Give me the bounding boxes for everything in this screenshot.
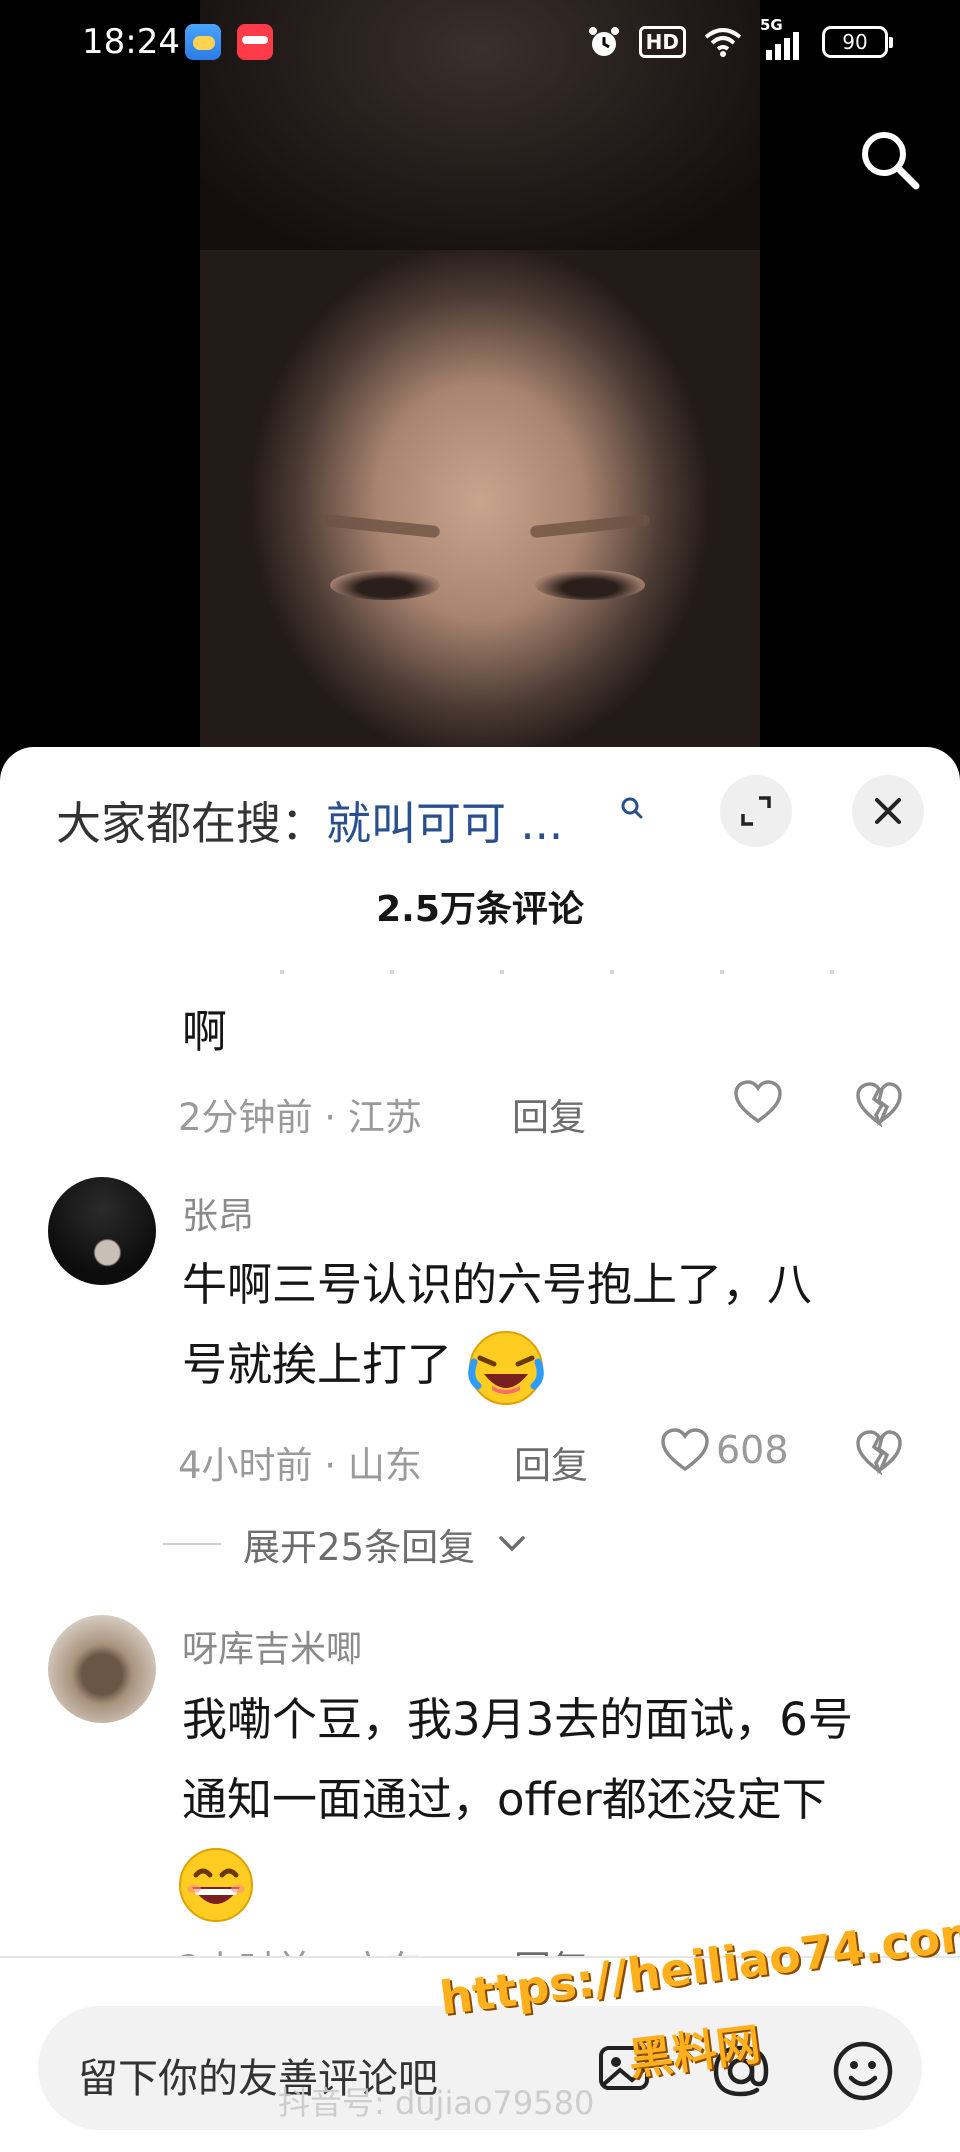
- expand-icon: [741, 796, 771, 826]
- video-frame: [200, 0, 760, 760]
- watermark: 抖音号: dujiao79580: [278, 2084, 595, 2122]
- grin-emoji-icon: [179, 1848, 253, 1922]
- trending-search-hint[interactable]: 大家都在搜：就叫可可 ...: [56, 787, 643, 852]
- video-player[interactable]: [0, 0, 960, 760]
- trending-keyword[interactable]: 就叫可可 ...: [326, 797, 563, 850]
- emoji-icon[interactable]: [830, 2038, 896, 2104]
- like-button[interactable]: [733, 1079, 783, 1125]
- hd-icon: HD: [638, 26, 686, 58]
- wifi-icon: [704, 28, 742, 57]
- battery-icon: 90: [822, 26, 893, 58]
- video-eye-right: [535, 570, 645, 600]
- comment-text-line1: 我嘞个豆，我3月3去的面试，6号: [182, 1693, 853, 1746]
- divider: [163, 1543, 221, 1545]
- video-brow-right: [529, 513, 651, 539]
- heart-icon: [661, 1428, 709, 1472]
- comment-text-line1: 牛啊三号认识的六号抱上了，八: [182, 1258, 813, 1311]
- video-brow-left: [319, 513, 441, 539]
- expand-replies-label: 展开25条回复: [243, 1526, 476, 1569]
- expand-button[interactable]: [720, 775, 792, 847]
- notification-app-icon: [237, 24, 273, 60]
- close-icon: [875, 798, 901, 824]
- avatar[interactable]: [48, 1177, 156, 1285]
- heart-icon: [734, 1080, 782, 1124]
- avatar[interactable]: [48, 1615, 156, 1723]
- comment-time-location: 4小时前 · 山东: [178, 1444, 422, 1487]
- reply-button[interactable]: 回复: [512, 1087, 586, 1141]
- weather-app-icon: [185, 24, 221, 60]
- comment-text-line2: 号就挨上打了: [182, 1338, 453, 1391]
- comment-text-line2-wrap: 号就挨上打了: [182, 1325, 546, 1408]
- like-button[interactable]: 608: [660, 1427, 789, 1473]
- search-small-icon: [621, 797, 643, 819]
- comment-text: 啊: [182, 1005, 228, 1058]
- dislike-icon[interactable]: [855, 1429, 903, 1475]
- scrolled-text-fragment: [280, 970, 880, 974]
- laugh-cry-emoji-icon: [468, 1331, 545, 1405]
- dislike-icon[interactable]: [855, 1081, 903, 1127]
- status-time: 18:24: [82, 22, 180, 62]
- like-count: 608: [716, 1428, 789, 1472]
- status-bar: 18:24 HD 5G 90: [0, 0, 960, 88]
- chevron-down-icon: [499, 1536, 525, 1552]
- comment-text-line2: 通知一面通过，offer都还没定下: [182, 1773, 827, 1826]
- close-button[interactable]: [852, 775, 924, 847]
- expand-replies-button[interactable]: 展开25条回复: [163, 1517, 527, 1571]
- comment-author[interactable]: 呀库吉米唧: [182, 1620, 362, 1672]
- comment-time-location: 2分钟前 · 江苏: [178, 1096, 422, 1139]
- alarm-icon: [588, 27, 619, 56]
- video-eye-left: [330, 570, 440, 600]
- reply-button[interactable]: 回复: [514, 1435, 588, 1489]
- trending-label: 大家都在搜：: [56, 797, 327, 850]
- comment-author[interactable]: 张昂: [182, 1187, 254, 1239]
- signal-icon: 5G: [760, 16, 804, 62]
- comment-count: 2.5万条评论: [376, 889, 584, 930]
- search-icon[interactable]: [858, 128, 922, 192]
